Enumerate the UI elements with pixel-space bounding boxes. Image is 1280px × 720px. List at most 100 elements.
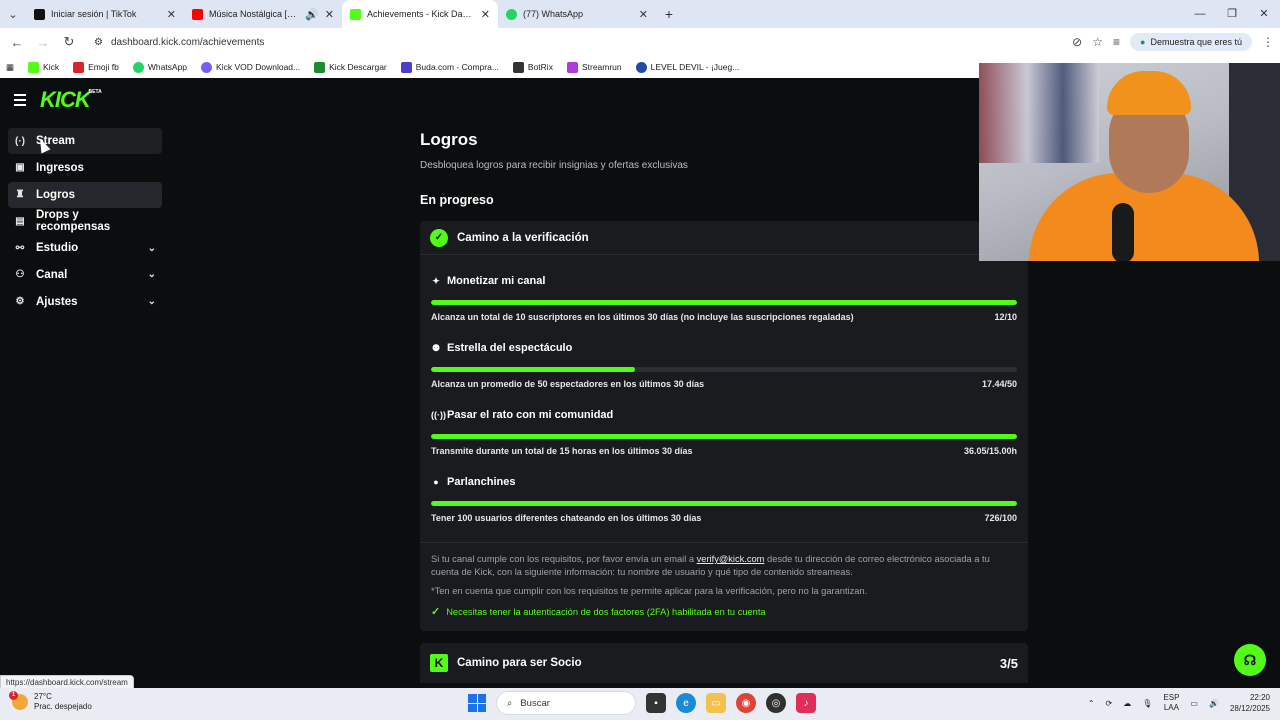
chevron-down-icon[interactable]: ⌄ (148, 296, 156, 307)
file-explorer-icon[interactable]: ▭ (706, 693, 726, 713)
close-tab-icon[interactable]: ✕ (481, 8, 490, 21)
page-subtitle: Desbloquea logros para recibir insignias… (420, 160, 688, 171)
achievement-description: Alcanza un promedio de 50 espectadores e… (431, 379, 705, 389)
bookmark-label: Kick Descargar (329, 62, 387, 72)
sidebar-item-estudio[interactable]: ⚯ Estudio ⌄ (8, 235, 162, 261)
sidebar-item-logros[interactable]: ♜ Logros (8, 181, 162, 208)
browser-tab[interactable]: (77) WhatsApp ✕ (498, 0, 656, 28)
close-tab-icon[interactable]: ✕ (167, 8, 176, 21)
app-tray-icon[interactable]: ⟳ (1106, 699, 1113, 708)
forward-icon[interactable]: → (32, 35, 54, 50)
tab-search-button[interactable]: ⌄ (0, 0, 26, 28)
achievement-list: ✦ Monetizar mi canal Alcanza un total de … (420, 255, 1028, 531)
streamrun-icon (566, 61, 578, 73)
achievement-item: ⚉ Estrella del espectáculo Alcanza un pro… (431, 330, 1017, 397)
achievement-progress: 36.05/15.00h (963, 446, 1017, 456)
requirement-item: ✓ Necesitas tener la autenticación de do… (431, 606, 1017, 619)
weather-widget[interactable]: 1 27°C Prac. despejado (9, 691, 92, 712)
language-code: ESP (1163, 693, 1180, 702)
sidebar-item-ajustes[interactable]: ⚙ Ajustes ⌄ (8, 289, 162, 315)
bookmark-label: WhatsApp (147, 62, 188, 72)
verify-pill-button[interactable]: ● Demuestra que eres tú (1130, 33, 1252, 51)
emoji-icon (73, 61, 85, 73)
network-icon[interactable]: ▭ (1190, 699, 1198, 708)
chrome-icon[interactable]: ◉ (736, 693, 756, 713)
studio-icon: ⚯ (15, 242, 25, 254)
media-icon[interactable]: ≡ (1113, 35, 1120, 49)
browser-tab[interactable]: Iniciar sesión | TikTok ✕ (26, 0, 184, 28)
eye-off-icon[interactable]: ⊘ (1072, 35, 1082, 49)
sidebar-item-ingresos[interactable]: ▣ Ingresos (8, 155, 162, 181)
card-header[interactable]: ✓ Camino a la verificación (420, 221, 1028, 255)
achievement-description: Transmite durante un total de 15 horas e… (431, 446, 693, 456)
clock-date: 28/12/2025 (1229, 704, 1270, 713)
taskbar-search[interactable]: ⌕ Buscar (496, 691, 636, 715)
maximize-icon[interactable]: ❐ (1216, 0, 1248, 28)
game-icon (635, 61, 647, 73)
windows-start-icon[interactable] (468, 694, 486, 712)
windows-taskbar: 1 27°C Prac. despejado ⌕ Buscar ▪ e ▭ ◉ … (0, 688, 1280, 720)
bookmark-item[interactable]: BotRix (512, 61, 553, 73)
support-chat-button[interactable]: ☊ (1234, 644, 1266, 676)
bookmark-label: LEVEL DEVIL - ¡Jueg... (650, 62, 740, 72)
reload-icon[interactable]: ↻ (58, 34, 80, 50)
chevron-down-icon[interactable]: ⌄ (148, 269, 156, 280)
sidebar-item-label: Drops y recompensas (36, 209, 111, 234)
partner-card[interactable]: K Camino para ser Socio 3/5 (420, 643, 1028, 683)
verify-instructions: Si tu canal cumple con los requisitos, p… (431, 553, 1017, 579)
bookmark-item[interactable]: Buda.com - Compra... (400, 61, 499, 73)
clock[interactable]: 22:20 28/12/2025 (1230, 692, 1270, 714)
sidebar-item-stream[interactable]: (·) Stream (8, 128, 162, 154)
edge-icon[interactable]: e (676, 693, 696, 713)
verified-badge-icon: ✓ (430, 228, 448, 247)
achievement-item: ✦ Monetizar mi canal Alcanza un total de … (431, 263, 1017, 330)
url-bar[interactable]: ⚙ dashboard.kick.com/achievements (84, 31, 1069, 53)
tab-title: (77) WhatsApp (523, 9, 584, 19)
download-icon (201, 61, 213, 73)
browser-tab-active[interactable]: Achievements - Kick Dashboard ✕ (342, 0, 498, 28)
language-indicator[interactable]: ESP LAA (1163, 693, 1179, 713)
cloud-icon[interactable]: ☁ (1123, 699, 1131, 708)
obs-icon[interactable]: ◎ (766, 693, 786, 713)
tiktok-icon[interactable]: ♪ (796, 693, 816, 713)
close-tab-icon[interactable]: ✕ (639, 8, 648, 21)
bookmark-item[interactable]: Kick VOD Download... (201, 61, 300, 73)
hamburger-menu-icon[interactable] (14, 94, 26, 106)
bookmark-item[interactable]: Kick Descargar (314, 61, 387, 73)
bookmark-item[interactable]: Kick (28, 61, 59, 73)
beanie (1107, 71, 1191, 115)
close-window-icon[interactable]: ✕ (1248, 0, 1280, 28)
achievement-progress: 726/100 (984, 513, 1017, 523)
site-info-icon[interactable]: ⚙ (94, 37, 103, 48)
keyboard-layout: LAA (1163, 703, 1179, 712)
verify-email-link[interactable]: verify@kick.com (697, 554, 765, 564)
browser-tab[interactable]: Música Nostálgica [Mú 🔊 ✕ (184, 0, 342, 28)
close-tab-icon[interactable]: ✕ (325, 8, 334, 21)
sidebar-item-label: Estudio (36, 242, 79, 255)
broadcast-icon: ((·)) (431, 410, 446, 420)
speaker-icon[interactable]: 🔊 (305, 8, 319, 21)
whatsapp-icon (132, 61, 144, 73)
mic-icon[interactable]: 🎙 (1142, 699, 1152, 708)
chevron-down-icon[interactable]: ⌄ (148, 243, 156, 254)
sun-icon: 1 (9, 691, 28, 710)
bookmark-item[interactable]: WhatsApp (132, 61, 188, 73)
card-title: Camino a la verificación (457, 231, 589, 244)
bookmark-star-icon[interactable]: ☆ (1092, 35, 1103, 49)
chevron-up-icon[interactable]: ⌃ (1088, 699, 1095, 708)
sparkle-icon: ✦ (432, 275, 440, 286)
apps-icon[interactable]: ▦ (6, 62, 14, 73)
minimize-icon[interactable]: — (1184, 0, 1216, 28)
task-view-icon[interactable]: ▪ (646, 693, 666, 713)
volume-icon[interactable]: 🔊 (1209, 699, 1219, 708)
bookmark-item[interactable]: Emoji fb (73, 61, 119, 73)
new-tab-button[interactable]: + (656, 6, 682, 22)
bookmark-item[interactable]: Streamrun (566, 61, 622, 73)
bookmark-item[interactable]: LEVEL DEVIL - ¡Jueg... (635, 61, 740, 73)
sidebar-item-drops[interactable]: ▤ Drops y recompensas (8, 208, 162, 234)
menu-icon[interactable]: ⋮ (1262, 35, 1274, 49)
kick-logo[interactable]: KICK BETA (40, 87, 102, 113)
sidebar-item-canal[interactable]: ⚇ Canal ⌄ (8, 262, 162, 288)
back-icon[interactable]: ← (6, 35, 28, 50)
temperature: 27°C (34, 692, 52, 701)
